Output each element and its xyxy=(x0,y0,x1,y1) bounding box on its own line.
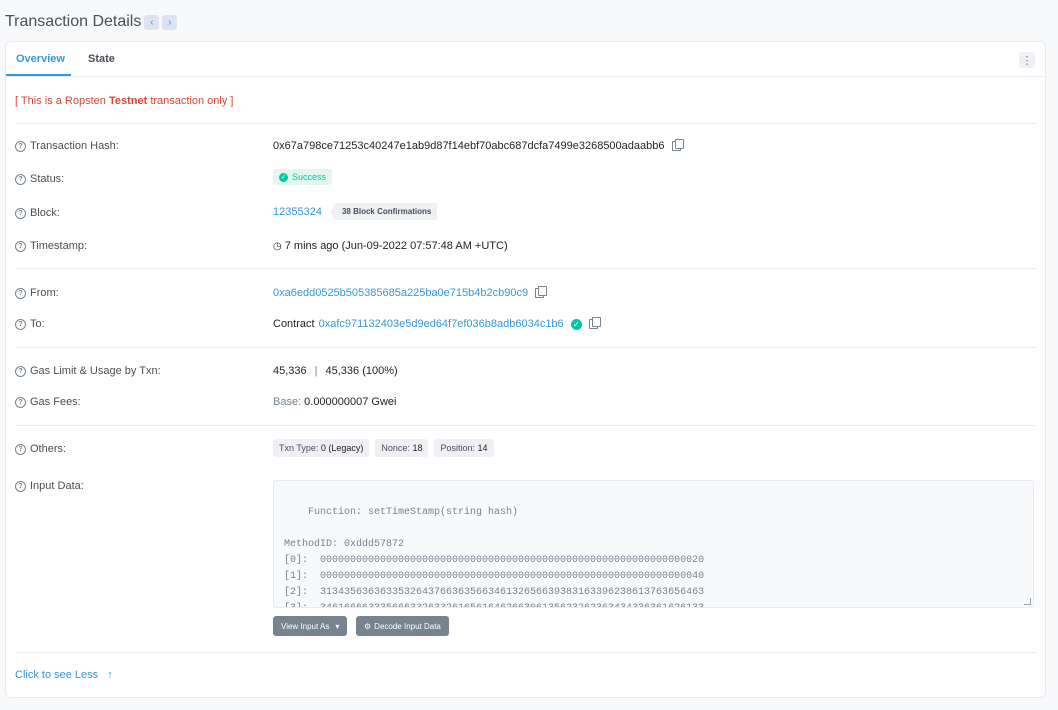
tab-bar: Overview State ⋮ xyxy=(6,42,1045,77)
block-number-link[interactable]: 12355324 xyxy=(273,206,322,218)
check-circle-icon: ✓ xyxy=(279,172,288,182)
decode-input-button[interactable]: ⚙ Decode Input Data xyxy=(356,616,449,636)
help-icon[interactable]: ? xyxy=(15,173,26,185)
timestamp-value: ◷ 7 mins ago (Jun-09-2022 07:57:48 AM +U… xyxy=(273,240,508,252)
decode-label: Decode Input Data xyxy=(374,621,441,631)
position-label: Position: xyxy=(440,443,475,453)
base-fee-label: Base: xyxy=(273,396,302,408)
page-title: Transaction Details xyxy=(5,13,142,30)
testnet-notice-bold: Testnet xyxy=(108,95,148,107)
resize-handle-icon[interactable] xyxy=(1024,598,1031,605)
gas-divider: | xyxy=(314,365,318,377)
help-icon[interactable]: ? xyxy=(15,365,26,377)
tab-state[interactable]: State xyxy=(88,53,115,65)
page-header: Transaction Details ‹ › xyxy=(5,10,178,34)
copy-icon[interactable] xyxy=(535,286,548,298)
nonce-label: Nonce: xyxy=(381,443,410,453)
status-label: ? Status: xyxy=(15,173,64,185)
txn-type-value: 0 (Legacy) xyxy=(320,443,364,453)
from-value: 0xa6edd0525b505385685a225ba0e715b4b2cb90… xyxy=(273,286,548,299)
gas-limit-value: 45,336 | 45,336 (100%) xyxy=(273,365,398,377)
testnet-notice-suffix: transaction only ] xyxy=(147,95,234,107)
status-badge: ✓ Success xyxy=(273,169,333,185)
label-text: Transaction Hash: xyxy=(30,140,119,152)
divider xyxy=(15,268,1036,269)
input-data-text: Function: setTimeStamp(string hash) Meth… xyxy=(284,507,705,607)
transaction-card: Overview State ⋮ [ This is a Ropsten Tes… xyxy=(5,41,1046,698)
help-icon[interactable]: ? xyxy=(15,318,26,330)
txn-type-label: Txn Type: xyxy=(279,443,319,453)
contract-prefix: Contract xyxy=(273,318,315,330)
transaction-hash-label: ? Transaction Hash: xyxy=(15,140,119,152)
help-icon[interactable]: ? xyxy=(15,480,26,492)
see-less-label: Click to see Less xyxy=(15,669,99,681)
chevron-down-icon: ▾ xyxy=(335,621,340,631)
label-text: Timestamp: xyxy=(30,240,88,252)
label-text: To: xyxy=(30,318,45,330)
label-text: Gas Limit & Usage by Txn: xyxy=(30,365,161,377)
transaction-hash: 0x67a798ce71253c40247e1ab9d87f14ebf70abc… xyxy=(273,140,665,152)
divider xyxy=(15,123,1036,124)
cog-icon: ⚙ xyxy=(364,621,372,631)
help-icon[interactable]: ? xyxy=(15,140,26,152)
active-tab-indicator xyxy=(6,74,71,76)
block-confirmations-badge: 38 Block Confirmations xyxy=(329,203,438,220)
input-data-label: ? Input Data: xyxy=(15,480,84,492)
view-input-as-button[interactable]: View Input As ▾ xyxy=(273,616,348,636)
gas-fees-label: ? Gas Fees: xyxy=(15,396,81,408)
help-icon[interactable]: ? xyxy=(15,240,26,252)
gas-usage: 45,336 (100%) xyxy=(325,365,398,377)
arrow-up-icon: ↑ xyxy=(107,669,113,681)
label-text: Gas Fees: xyxy=(30,396,81,408)
timestamp-text: 7 mins ago (Jun-09-2022 07:57:48 AM +UTC… xyxy=(284,240,508,252)
divider xyxy=(15,347,1036,348)
help-icon[interactable]: ? xyxy=(15,207,26,219)
position-chip: Position: 14 xyxy=(434,439,494,457)
to-address-link[interactable]: 0xafc971132403e5d9ed64f7ef036b8adb6034c1… xyxy=(319,318,564,330)
label-text: Status: xyxy=(30,173,65,185)
prev-transaction-button[interactable]: ‹ xyxy=(144,14,160,30)
status-value: ✓ Success xyxy=(273,169,333,185)
verified-check-icon: ✓ xyxy=(570,318,582,330)
copy-icon[interactable] xyxy=(671,139,684,151)
nonce-chip: Nonce: 18 xyxy=(375,439,429,457)
next-transaction-button[interactable]: › xyxy=(162,14,178,30)
divider xyxy=(15,425,1036,426)
base-fee-value: 0.000000007 Gwei xyxy=(304,396,397,408)
block-label: ? Block: xyxy=(15,207,60,219)
to-value: Contract 0xafc971132403e5d9ed64f7ef036b8… xyxy=(273,317,601,330)
testnet-notice: [ This is a Ropsten Testnet transaction … xyxy=(15,95,233,107)
gas-fees-value: Base: 0.000000007 Gwei xyxy=(273,396,397,408)
see-less-link[interactable]: Click to see Less ↑ xyxy=(15,669,113,681)
divider xyxy=(15,652,1036,653)
from-address-link[interactable]: 0xa6edd0525b505385685a225ba0e715b4b2cb90… xyxy=(273,287,528,299)
help-icon[interactable]: ? xyxy=(15,396,26,408)
clock-icon: ◷ xyxy=(273,240,282,252)
block-value: 12355324 38 Block Confirmations xyxy=(273,203,438,220)
more-options-icon[interactable]: ⋮ xyxy=(1019,52,1035,68)
position-value: 14 xyxy=(477,443,488,453)
view-input-label: View Input As xyxy=(281,621,330,631)
input-data-textarea[interactable]: Function: setTimeStamp(string hash) Meth… xyxy=(273,480,1034,608)
status-text: Success xyxy=(292,172,327,182)
from-label: ? From: xyxy=(15,287,59,299)
timestamp-label: ? Timestamp: xyxy=(15,240,87,252)
others-label: ? Others: xyxy=(15,443,66,455)
label-text: Block: xyxy=(30,207,60,219)
others-value: Txn Type: 0 (Legacy) Nonce: 18 Position:… xyxy=(273,439,500,457)
nonce-value: 18 xyxy=(412,443,423,453)
testnet-notice-prefix: [ This is a Ropsten xyxy=(15,95,109,107)
label-text: Input Data: xyxy=(30,480,84,492)
help-icon[interactable]: ? xyxy=(15,287,26,299)
gas-limit: 45,336 xyxy=(273,365,307,377)
transaction-hash-value: 0x67a798ce71253c40247e1ab9d87f14ebf70abc… xyxy=(273,139,684,152)
help-icon[interactable]: ? xyxy=(15,443,26,455)
to-label: ? To: xyxy=(15,318,45,330)
label-text: Others: xyxy=(30,443,67,455)
tab-overview[interactable]: Overview xyxy=(16,53,65,65)
label-text: From: xyxy=(30,287,59,299)
copy-icon[interactable] xyxy=(588,317,601,329)
txn-type-chip: Txn Type: 0 (Legacy) xyxy=(273,439,370,457)
gas-limit-label: ? Gas Limit & Usage by Txn: xyxy=(15,365,161,377)
